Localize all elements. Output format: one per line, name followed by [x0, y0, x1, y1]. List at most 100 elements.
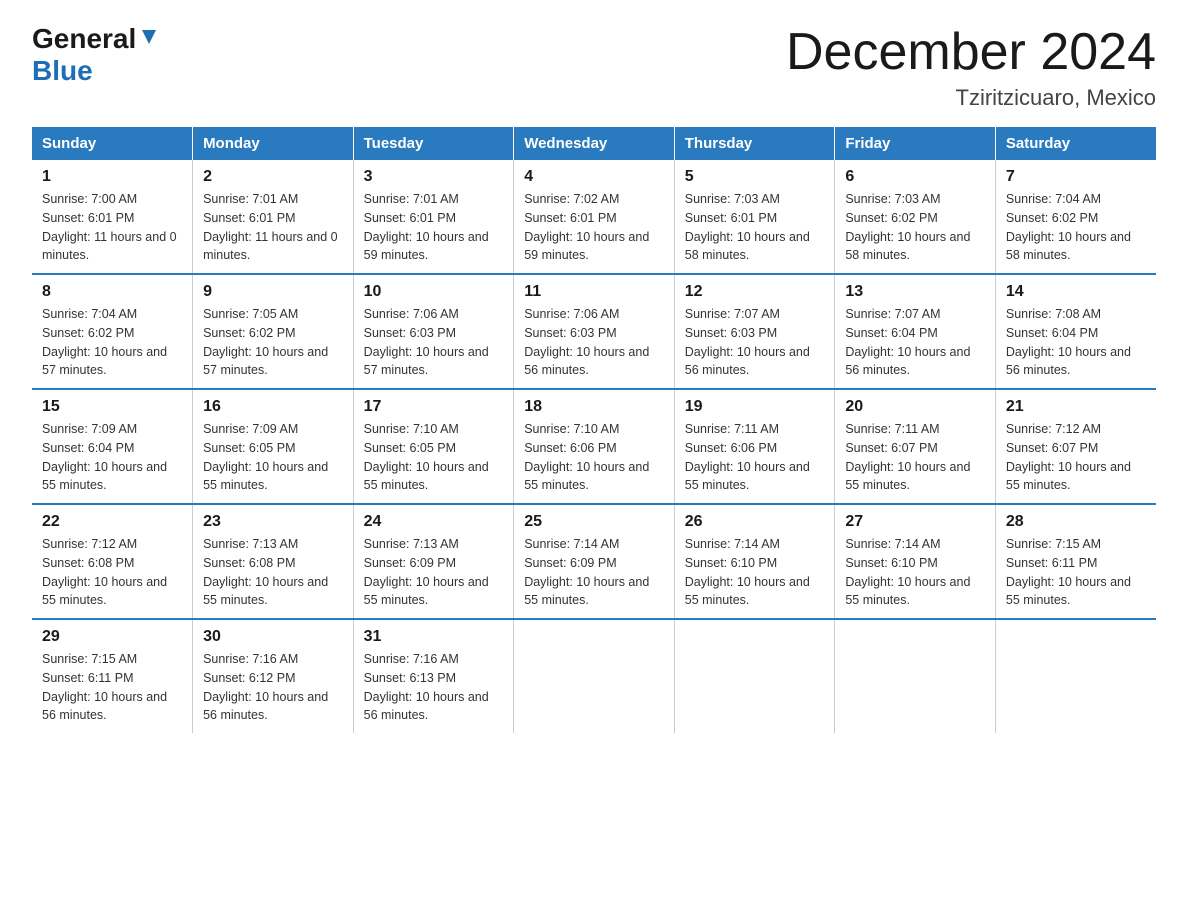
header-monday: Monday [193, 127, 354, 160]
day-info: Sunrise: 7:12 AM Sunset: 6:07 PM Dayligh… [1006, 420, 1146, 495]
day-info: Sunrise: 7:06 AM Sunset: 6:03 PM Dayligh… [364, 305, 504, 380]
day-number: 23 [203, 513, 343, 531]
day-info: Sunrise: 7:03 AM Sunset: 6:01 PM Dayligh… [685, 190, 825, 265]
calendar-cell: 18 Sunrise: 7:10 AM Sunset: 6:06 PM Dayl… [514, 389, 675, 504]
day-number: 1 [42, 168, 182, 186]
calendar-cell: 21 Sunrise: 7:12 AM Sunset: 6:07 PM Dayl… [995, 389, 1156, 504]
day-number: 11 [524, 283, 664, 301]
day-number: 5 [685, 168, 825, 186]
day-info: Sunrise: 7:13 AM Sunset: 6:08 PM Dayligh… [203, 535, 343, 610]
day-info: Sunrise: 7:14 AM Sunset: 6:10 PM Dayligh… [685, 535, 825, 610]
day-info: Sunrise: 7:16 AM Sunset: 6:12 PM Dayligh… [203, 650, 343, 725]
day-number: 30 [203, 628, 343, 646]
calendar-cell: 28 Sunrise: 7:15 AM Sunset: 6:11 PM Dayl… [995, 504, 1156, 619]
day-number: 20 [845, 398, 985, 416]
day-info: Sunrise: 7:12 AM Sunset: 6:08 PM Dayligh… [42, 535, 182, 610]
calendar-cell [835, 619, 996, 733]
calendar-title: December 2024 [786, 24, 1156, 81]
day-number: 24 [364, 513, 504, 531]
calendar-week-row: 22 Sunrise: 7:12 AM Sunset: 6:08 PM Dayl… [32, 504, 1156, 619]
day-info: Sunrise: 7:05 AM Sunset: 6:02 PM Dayligh… [203, 305, 343, 380]
day-number: 19 [685, 398, 825, 416]
day-number: 2 [203, 168, 343, 186]
header-thursday: Thursday [674, 127, 835, 160]
day-number: 13 [845, 283, 985, 301]
day-number: 6 [845, 168, 985, 186]
header-saturday: Saturday [995, 127, 1156, 160]
calendar-cell: 13 Sunrise: 7:07 AM Sunset: 6:04 PM Dayl… [835, 274, 996, 389]
day-info: Sunrise: 7:08 AM Sunset: 6:04 PM Dayligh… [1006, 305, 1146, 380]
day-info: Sunrise: 7:10 AM Sunset: 6:05 PM Dayligh… [364, 420, 504, 495]
day-info: Sunrise: 7:09 AM Sunset: 6:05 PM Dayligh… [203, 420, 343, 495]
page-header: General Blue December 2024 Tziritzicuaro… [32, 24, 1156, 111]
calendar-cell: 27 Sunrise: 7:14 AM Sunset: 6:10 PM Dayl… [835, 504, 996, 619]
day-info: Sunrise: 7:02 AM Sunset: 6:01 PM Dayligh… [524, 190, 664, 265]
calendar-cell: 4 Sunrise: 7:02 AM Sunset: 6:01 PM Dayli… [514, 160, 675, 274]
day-number: 8 [42, 283, 182, 301]
day-info: Sunrise: 7:15 AM Sunset: 6:11 PM Dayligh… [42, 650, 182, 725]
day-info: Sunrise: 7:16 AM Sunset: 6:13 PM Dayligh… [364, 650, 504, 725]
day-info: Sunrise: 7:01 AM Sunset: 6:01 PM Dayligh… [203, 190, 343, 265]
calendar-cell: 12 Sunrise: 7:07 AM Sunset: 6:03 PM Dayl… [674, 274, 835, 389]
calendar-cell [514, 619, 675, 733]
calendar-cell: 2 Sunrise: 7:01 AM Sunset: 6:01 PM Dayli… [193, 160, 354, 274]
calendar-cell: 15 Sunrise: 7:09 AM Sunset: 6:04 PM Dayl… [32, 389, 193, 504]
calendar-cell: 8 Sunrise: 7:04 AM Sunset: 6:02 PM Dayli… [32, 274, 193, 389]
day-number: 28 [1006, 513, 1146, 531]
calendar-header: Sunday Monday Tuesday Wednesday Thursday… [32, 127, 1156, 160]
calendar-cell: 30 Sunrise: 7:16 AM Sunset: 6:12 PM Dayl… [193, 619, 354, 733]
calendar-cell: 1 Sunrise: 7:00 AM Sunset: 6:01 PM Dayli… [32, 160, 193, 274]
day-info: Sunrise: 7:10 AM Sunset: 6:06 PM Dayligh… [524, 420, 664, 495]
calendar-subtitle: Tziritzicuaro, Mexico [786, 85, 1156, 111]
day-number: 21 [1006, 398, 1146, 416]
day-number: 16 [203, 398, 343, 416]
calendar-cell: 9 Sunrise: 7:05 AM Sunset: 6:02 PM Dayli… [193, 274, 354, 389]
day-info: Sunrise: 7:00 AM Sunset: 6:01 PM Dayligh… [42, 190, 182, 265]
calendar-cell: 10 Sunrise: 7:06 AM Sunset: 6:03 PM Dayl… [353, 274, 514, 389]
calendar-cell: 22 Sunrise: 7:12 AM Sunset: 6:08 PM Dayl… [32, 504, 193, 619]
calendar-cell: 24 Sunrise: 7:13 AM Sunset: 6:09 PM Dayl… [353, 504, 514, 619]
logo-text-blue: Blue [32, 55, 93, 87]
calendar-cell: 17 Sunrise: 7:10 AM Sunset: 6:05 PM Dayl… [353, 389, 514, 504]
day-info: Sunrise: 7:04 AM Sunset: 6:02 PM Dayligh… [1006, 190, 1146, 265]
calendar-cell: 3 Sunrise: 7:01 AM Sunset: 6:01 PM Dayli… [353, 160, 514, 274]
day-number: 29 [42, 628, 182, 646]
day-info: Sunrise: 7:14 AM Sunset: 6:09 PM Dayligh… [524, 535, 664, 610]
calendar-cell: 23 Sunrise: 7:13 AM Sunset: 6:08 PM Dayl… [193, 504, 354, 619]
day-number: 12 [685, 283, 825, 301]
header-tuesday: Tuesday [353, 127, 514, 160]
day-number: 27 [845, 513, 985, 531]
calendar-table: Sunday Monday Tuesday Wednesday Thursday… [32, 127, 1156, 733]
calendar-cell: 14 Sunrise: 7:08 AM Sunset: 6:04 PM Dayl… [995, 274, 1156, 389]
calendar-week-row: 1 Sunrise: 7:00 AM Sunset: 6:01 PM Dayli… [32, 160, 1156, 274]
calendar-cell [995, 619, 1156, 733]
day-number: 31 [364, 628, 504, 646]
calendar-cell: 25 Sunrise: 7:14 AM Sunset: 6:09 PM Dayl… [514, 504, 675, 619]
day-info: Sunrise: 7:11 AM Sunset: 6:07 PM Dayligh… [845, 420, 985, 495]
calendar-body: 1 Sunrise: 7:00 AM Sunset: 6:01 PM Dayli… [32, 160, 1156, 733]
day-info: Sunrise: 7:04 AM Sunset: 6:02 PM Dayligh… [42, 305, 182, 380]
day-info: Sunrise: 7:13 AM Sunset: 6:09 PM Dayligh… [364, 535, 504, 610]
header-wednesday: Wednesday [514, 127, 675, 160]
day-number: 17 [364, 398, 504, 416]
calendar-week-row: 29 Sunrise: 7:15 AM Sunset: 6:11 PM Dayl… [32, 619, 1156, 733]
day-number: 22 [42, 513, 182, 531]
calendar-cell: 16 Sunrise: 7:09 AM Sunset: 6:05 PM Dayl… [193, 389, 354, 504]
calendar-cell: 20 Sunrise: 7:11 AM Sunset: 6:07 PM Dayl… [835, 389, 996, 504]
calendar-cell: 19 Sunrise: 7:11 AM Sunset: 6:06 PM Dayl… [674, 389, 835, 504]
calendar-week-row: 15 Sunrise: 7:09 AM Sunset: 6:04 PM Dayl… [32, 389, 1156, 504]
header-sunday: Sunday [32, 127, 193, 160]
day-info: Sunrise: 7:07 AM Sunset: 6:03 PM Dayligh… [685, 305, 825, 380]
calendar-cell: 5 Sunrise: 7:03 AM Sunset: 6:01 PM Dayli… [674, 160, 835, 274]
day-info: Sunrise: 7:09 AM Sunset: 6:04 PM Dayligh… [42, 420, 182, 495]
calendar-week-row: 8 Sunrise: 7:04 AM Sunset: 6:02 PM Dayli… [32, 274, 1156, 389]
day-info: Sunrise: 7:01 AM Sunset: 6:01 PM Dayligh… [364, 190, 504, 265]
day-number: 4 [524, 168, 664, 186]
day-info: Sunrise: 7:03 AM Sunset: 6:02 PM Dayligh… [845, 190, 985, 265]
day-number: 10 [364, 283, 504, 301]
day-number: 7 [1006, 168, 1146, 186]
logo-text-general: General [32, 24, 136, 55]
day-number: 9 [203, 283, 343, 301]
calendar-cell: 29 Sunrise: 7:15 AM Sunset: 6:11 PM Dayl… [32, 619, 193, 733]
day-number: 14 [1006, 283, 1146, 301]
